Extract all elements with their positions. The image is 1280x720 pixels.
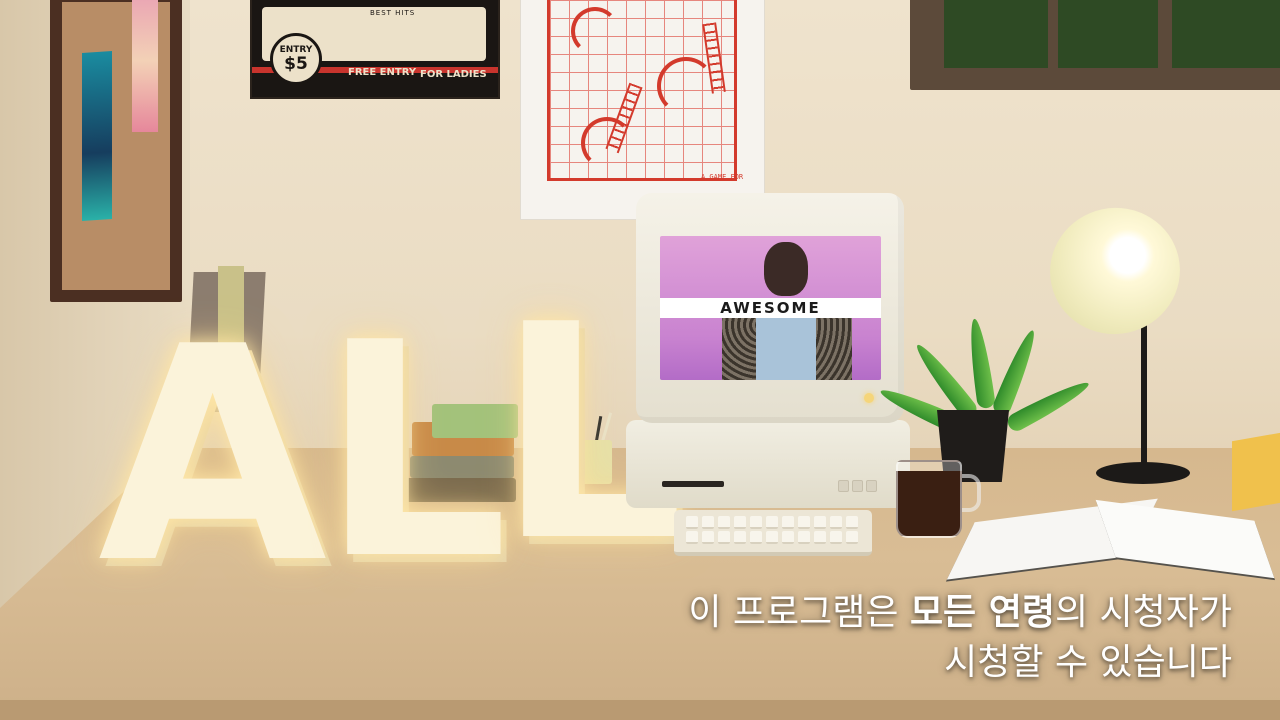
caption-text: 의 시청자가 xyxy=(1054,592,1232,633)
key xyxy=(766,531,778,544)
snake-drawing xyxy=(571,7,619,55)
key xyxy=(830,516,842,529)
window-pane xyxy=(944,0,1048,68)
poster-for-ladies: FOR LADIES xyxy=(420,69,487,80)
key xyxy=(686,531,698,544)
room-scene: BEST HITS ENTRY $5 FREE ENTRY FOR LADIES… xyxy=(0,0,1280,720)
computer-button xyxy=(852,480,863,492)
key xyxy=(718,516,730,529)
flyer-pink xyxy=(132,0,158,132)
key xyxy=(814,531,826,544)
power-led xyxy=(864,393,874,403)
age-rating-caption: 이 프로그램은 모든 연령의 시청자가 시청할 수 있습니다 xyxy=(688,588,1232,688)
computer-button xyxy=(838,480,849,492)
floppy-slot xyxy=(662,481,724,487)
key xyxy=(846,531,858,544)
lamp-pole xyxy=(1141,316,1147,468)
screen-title: AWESOME xyxy=(720,299,821,317)
letter-l: L xyxy=(320,279,509,624)
all-light-letters: A L L xyxy=(98,279,698,628)
key xyxy=(702,531,714,544)
computer-base xyxy=(626,420,910,508)
desk-edge xyxy=(0,700,1280,720)
key xyxy=(734,531,746,544)
computer-button xyxy=(866,480,877,492)
flyer-teal xyxy=(82,50,112,222)
caption-text: 이 프로그램은 xyxy=(688,592,910,633)
key xyxy=(846,516,858,529)
magazine-page-right xyxy=(1095,499,1275,579)
poster-best-hits: BEST HITS xyxy=(370,9,416,17)
key xyxy=(798,531,810,544)
window xyxy=(910,0,1280,90)
key xyxy=(766,516,778,529)
key xyxy=(750,516,762,529)
window-pane xyxy=(1172,0,1280,68)
entry-badge: ENTRY $5 xyxy=(270,33,322,85)
snake-drawing xyxy=(581,117,633,169)
key xyxy=(782,516,794,529)
person-head xyxy=(764,242,808,296)
key xyxy=(702,516,714,529)
person-shirt xyxy=(756,310,816,380)
caption-line-2: 시청할 수 있습니다 xyxy=(944,642,1232,683)
poster-game-caption: A GAME FOR xyxy=(701,173,744,181)
letter-a: A xyxy=(98,283,328,628)
coffee-mug xyxy=(896,460,962,538)
key xyxy=(734,516,746,529)
monitor-screen: AWESOME xyxy=(660,236,881,380)
caption-line-1: 이 프로그램은 모든 연령의 시청자가 xyxy=(688,588,1232,638)
key xyxy=(814,516,826,529)
key xyxy=(750,531,762,544)
cassette-poster: BEST HITS ENTRY $5 FREE ENTRY FOR LADIES xyxy=(250,0,500,99)
key xyxy=(782,531,794,544)
key xyxy=(798,516,810,529)
open-magazine xyxy=(946,484,1280,580)
cork-board xyxy=(50,0,182,302)
snake-drawing xyxy=(657,57,715,115)
snakes-ladders-poster: A GAME FOR xyxy=(520,0,765,220)
window-pane xyxy=(1058,0,1158,68)
entry-price: $5 xyxy=(284,54,308,74)
poster-free-entry: FREE ENTRY xyxy=(348,67,417,78)
keyboard xyxy=(674,510,872,556)
caption-emphasis: 모든 연령 xyxy=(909,592,1055,633)
key xyxy=(686,516,698,529)
key xyxy=(830,531,842,544)
lamp-base xyxy=(1096,462,1190,484)
key xyxy=(718,531,730,544)
